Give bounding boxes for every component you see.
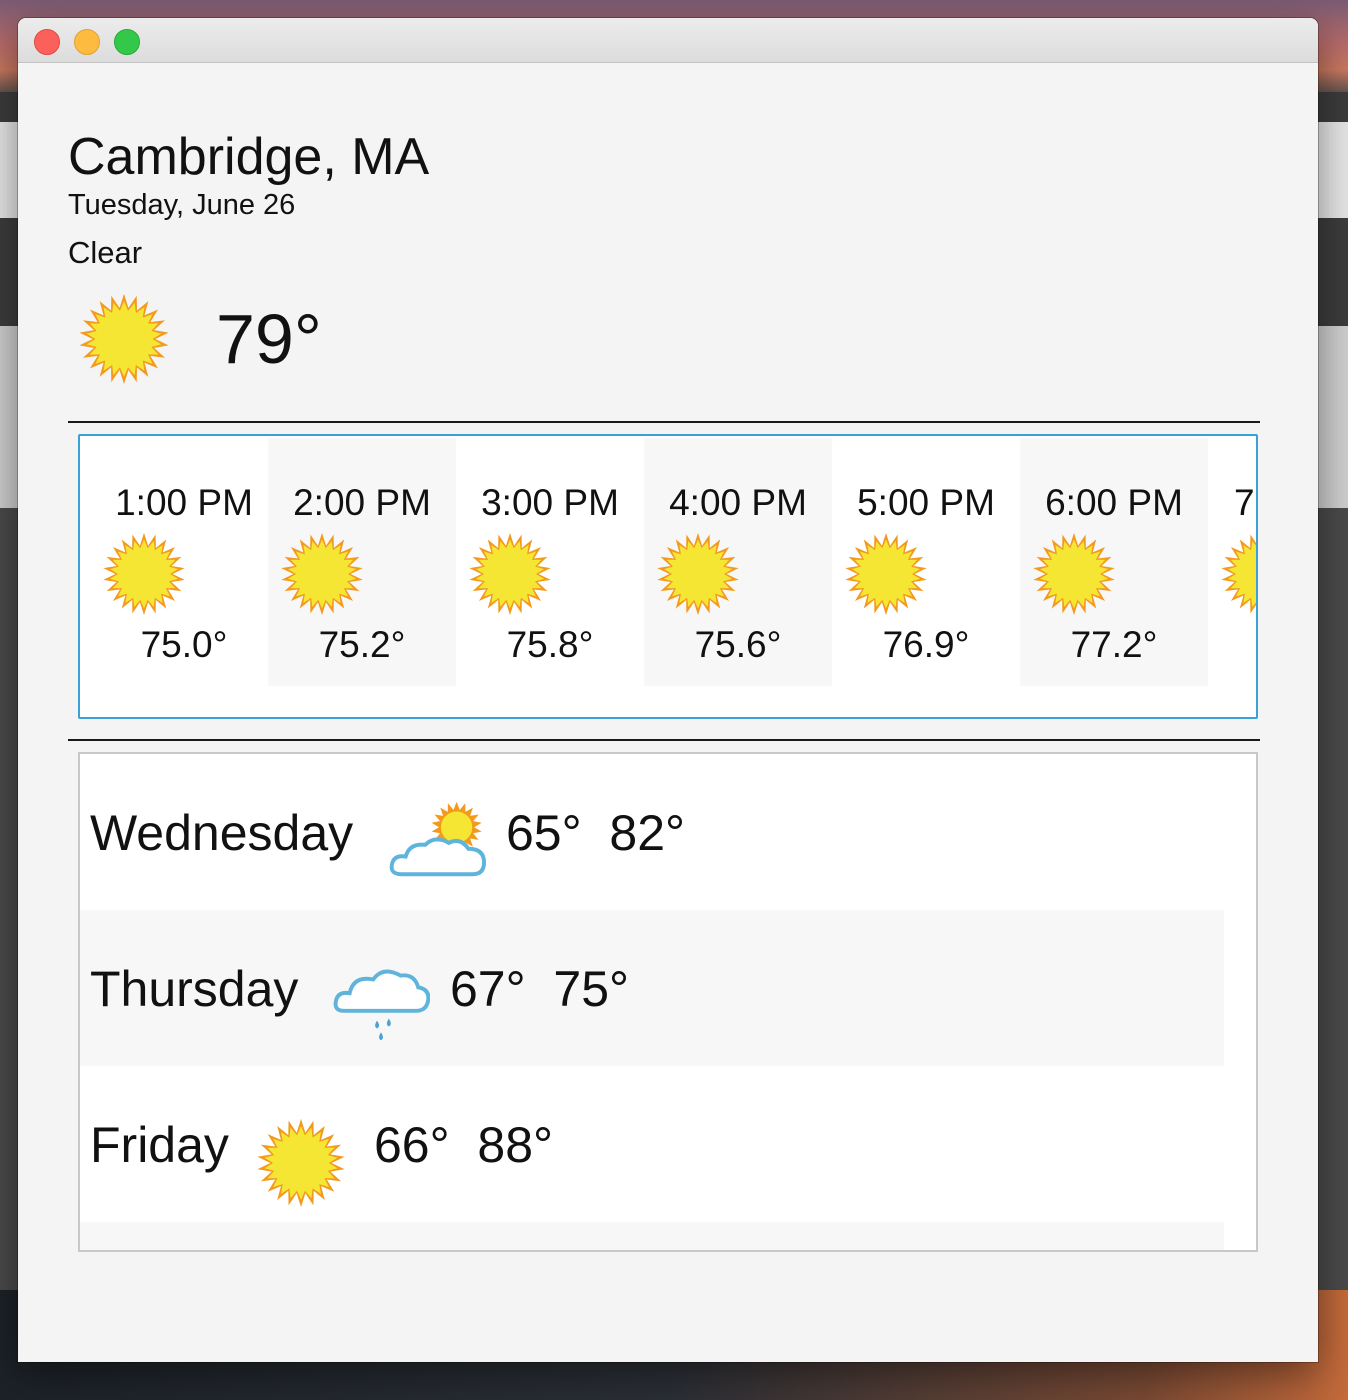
minimize-window-button[interactable] bbox=[74, 29, 100, 55]
sun-icon bbox=[256, 1118, 354, 1216]
hour-temperature: 76.9° bbox=[882, 624, 970, 665]
hour-time: 1:00 PM bbox=[115, 482, 253, 523]
current-temperature: 79° bbox=[216, 300, 322, 378]
low-temperature: 67° bbox=[450, 961, 526, 1017]
hour-temperature: 75.2° bbox=[318, 624, 406, 665]
hourly-forecast-scroller[interactable]: 1:00 PM 75.0° 2:00 PM 75.2° 3:00 PM 75.8… bbox=[78, 434, 1258, 719]
hour-time: 4:00 PM bbox=[669, 482, 807, 523]
hour-temperature: 77.2° bbox=[1070, 624, 1158, 665]
sun-icon bbox=[1032, 532, 1116, 616]
list-item[interactable] bbox=[80, 1222, 1224, 1250]
high-temperature: 82° bbox=[609, 805, 686, 861]
list-item[interactable]: Friday 66° 88° bbox=[80, 1066, 1224, 1222]
low-temperature: 65° bbox=[506, 805, 582, 861]
location-title: Cambridge, MA bbox=[68, 128, 430, 186]
day-temperatures: 67° 75° bbox=[450, 960, 629, 1018]
sun-icon bbox=[78, 293, 170, 385]
sun-icon bbox=[102, 532, 186, 616]
day-temperatures: 65° 82° bbox=[506, 804, 685, 862]
sun-icon bbox=[844, 532, 928, 616]
divider bbox=[68, 739, 1260, 741]
sun-icon bbox=[280, 532, 364, 616]
partly-cloudy-icon bbox=[388, 788, 487, 886]
sun-icon bbox=[468, 532, 552, 616]
hourly-item: 5:00 PM 76.9° bbox=[832, 438, 1020, 686]
rain-cloud-icon bbox=[332, 954, 431, 1052]
current-date: Tuesday, June 26 bbox=[68, 189, 296, 221]
hourly-item: 4:00 PM 75.6° bbox=[644, 438, 832, 686]
close-window-button[interactable] bbox=[34, 29, 60, 55]
maximize-window-button[interactable] bbox=[114, 29, 140, 55]
hour-time: 2:00 PM bbox=[293, 482, 431, 523]
low-temperature: 66° bbox=[374, 1117, 450, 1173]
weather-app-window: Cambridge, MA Tuesday, June 26 Clear 79°… bbox=[18, 18, 1318, 1362]
sun-icon bbox=[656, 532, 740, 616]
hour-time: 3:00 PM bbox=[481, 482, 619, 523]
current-condition: Clear bbox=[68, 235, 143, 270]
hour-time: 5:00 PM bbox=[857, 482, 995, 523]
hourly-item: 2:00 PM 75.2° bbox=[268, 438, 456, 686]
hour-temperature: 75.6° bbox=[694, 624, 782, 665]
hourly-item: 7: bbox=[1208, 438, 1256, 686]
hour-time: 7: bbox=[1234, 482, 1256, 523]
high-temperature: 88° bbox=[477, 1117, 554, 1173]
window-titlebar[interactable] bbox=[18, 18, 1318, 63]
day-name: Thursday bbox=[90, 961, 299, 1017]
day-name: Wednesday bbox=[90, 805, 354, 861]
hourly-item: 3:00 PM 75.8° bbox=[456, 438, 644, 686]
hourly-item: 6:00 PM 77.2° bbox=[1020, 438, 1208, 686]
hour-time: 6:00 PM bbox=[1045, 482, 1183, 523]
weather-content: Cambridge, MA Tuesday, June 26 Clear 79°… bbox=[18, 63, 1318, 1362]
daily-forecast-list[interactable]: Wednesday 65° 82° Thursday 67° 75° Frida… bbox=[78, 752, 1258, 1252]
day-name: Friday bbox=[90, 1117, 229, 1173]
high-temperature: 75° bbox=[553, 961, 630, 1017]
hour-temperature: 75.8° bbox=[506, 624, 594, 665]
sun-icon bbox=[1220, 532, 1256, 616]
divider bbox=[68, 421, 1260, 423]
list-item[interactable]: Thursday 67° 75° bbox=[80, 910, 1224, 1066]
day-temperatures: 66° 88° bbox=[374, 1116, 553, 1174]
list-item[interactable]: Wednesday 65° 82° bbox=[80, 754, 1224, 910]
hourly-item: 1:00 PM 75.0° bbox=[90, 438, 278, 686]
hour-temperature: 75.0° bbox=[140, 624, 228, 665]
